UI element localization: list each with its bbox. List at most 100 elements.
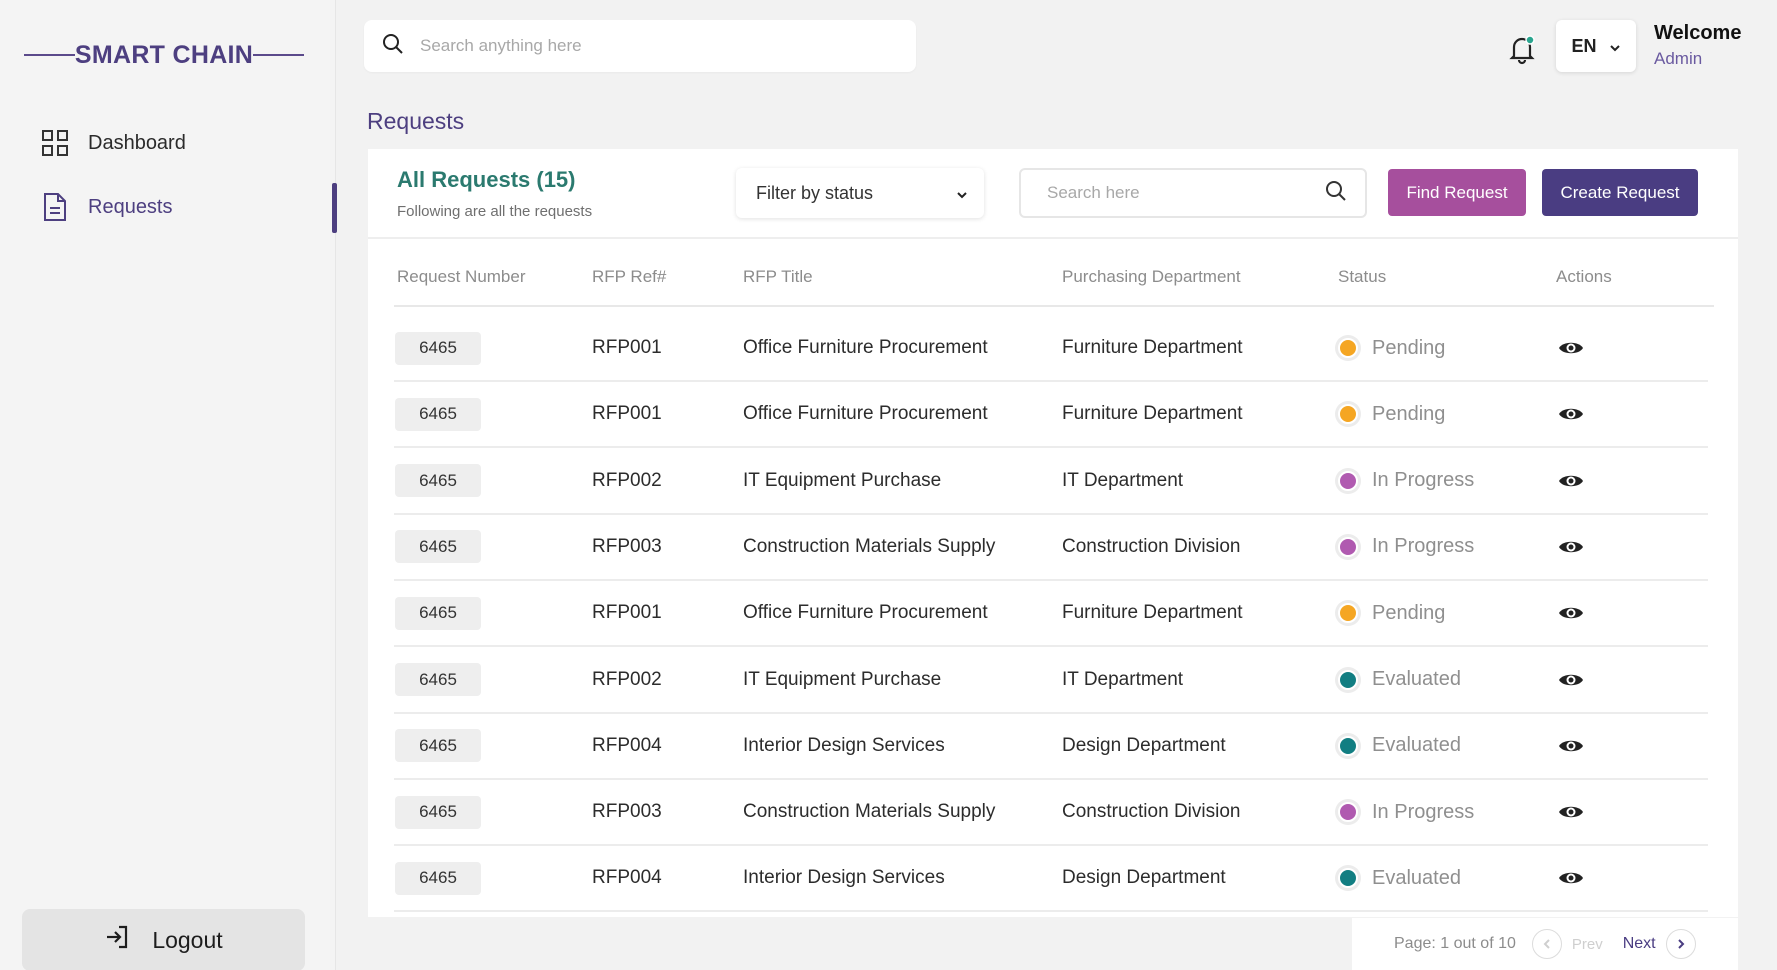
table-search-input[interactable] <box>1047 183 1297 203</box>
status-label: In Progress <box>1372 800 1475 823</box>
status-label: In Progress <box>1372 469 1475 492</box>
status-label: Evaluated <box>1372 668 1461 690</box>
next-page-button[interactable] <box>1665 929 1696 959</box>
view-eye-icon[interactable] <box>1558 515 1584 579</box>
department-cell: Construction Division <box>1062 535 1241 557</box>
request-number-cell: 6465 <box>395 648 481 712</box>
request-number-cell: 6465 <box>395 581 481 645</box>
logo-line-left <box>24 54 75 56</box>
global-search[interactable] <box>364 20 916 72</box>
request-number-badge: 6465 <box>395 663 481 696</box>
welcome-text: Welcome <box>1654 22 1742 44</box>
rfp-ref-cell: RFP002 <box>592 469 662 491</box>
create-request-button[interactable]: Create Request <box>1542 169 1698 216</box>
rfp-title-cell: IT Equipment Purchase <box>743 668 942 690</box>
view-eye-icon[interactable] <box>1558 316 1584 380</box>
prev-page-button[interactable] <box>1531 929 1562 959</box>
sidebar: SMART CHAIN Dashboard Requests Logout <box>0 0 337 970</box>
rfp-title-cell: Office Furniture Procurement <box>743 337 988 358</box>
status-dot <box>1338 868 1358 889</box>
table-search[interactable] <box>1019 168 1367 218</box>
status-dot <box>1338 802 1358 823</box>
global-search-input[interactable] <box>420 36 860 56</box>
request-number-badge: 6465 <box>395 596 481 630</box>
request-number-cell: 6465 <box>395 449 481 513</box>
sidebar-item-label: Dashboard <box>88 131 186 154</box>
sidebar-item-requests[interactable]: Requests <box>40 192 173 222</box>
rfp-title-cell: Construction Materials Supply <box>743 801 996 823</box>
request-number-cell: 6465 <box>395 515 481 579</box>
department-cell: IT Department <box>1062 668 1184 690</box>
search-icon[interactable] <box>1325 180 1347 207</box>
find-request-button[interactable]: Find Request <box>1388 169 1526 216</box>
table-row: 6465 RFP001 Office Furniture Procurement Fu… <box>394 581 1708 648</box>
grid-icon <box>40 128 70 158</box>
user-greeting: Welcome Admin <box>1654 22 1741 69</box>
status-dot <box>1338 536 1358 557</box>
status-label: Evaluated <box>1372 866 1461 889</box>
status-dot <box>1338 404 1358 425</box>
request-number-badge: 6465 <box>395 331 481 365</box>
notification-bell-icon[interactable] <box>1505 32 1539 66</box>
status-label: Pending <box>1372 402 1446 425</box>
rfp-title-cell: Construction Materials Supply <box>743 535 996 557</box>
rfp-title-cell: Office Furniture Procurement <box>743 602 988 624</box>
status-label: Evaluated <box>1372 734 1461 757</box>
active-indicator <box>332 183 337 233</box>
card-title: All Requests (15) <box>397 167 576 192</box>
rfp-ref-cell: RFP004 <box>592 734 662 756</box>
request-number-cell: 6465 <box>395 780 481 844</box>
table-row: 6465 RFP003 Construction Materials Supply C… <box>394 515 1708 581</box>
pagination: Page: 1 out of 10 Prev Next <box>1352 918 1738 970</box>
logout-icon <box>104 924 130 956</box>
status-cell: Pending <box>1338 382 1445 446</box>
status-label: Pending <box>1372 336 1446 359</box>
rfp-ref-cell: RFP003 <box>592 801 662 823</box>
chevron-down-icon <box>956 183 968 204</box>
sidebar-item-label: Requests <box>88 195 173 218</box>
request-number-badge: 6465 <box>395 397 481 431</box>
view-eye-icon[interactable] <box>1558 382 1584 446</box>
sidebar-item-dashboard[interactable]: Dashboard <box>40 128 186 158</box>
document-icon <box>40 192 70 222</box>
view-eye-icon[interactable] <box>1558 581 1584 645</box>
view-eye-icon[interactable] <box>1558 648 1584 712</box>
department-cell: Furniture Department <box>1062 337 1243 358</box>
logout-label: Logout <box>152 926 223 953</box>
rfp-ref-cell: RFP001 <box>592 403 662 425</box>
column-header: RFP Title <box>743 267 813 286</box>
requests-card: All Requests (15) Following are all the … <box>368 149 1738 917</box>
search-icon <box>382 33 404 60</box>
table-header: Request Number RFP Ref# RFP Title Purcha… <box>394 257 1714 307</box>
status-filter-dropdown[interactable]: Filter by status <box>736 168 984 218</box>
language-value: EN <box>1571 35 1597 56</box>
next-label[interactable]: Next <box>1623 935 1656 953</box>
view-eye-icon[interactable] <box>1558 449 1584 513</box>
card-subtitle: Following are all the requests <box>397 203 593 220</box>
prev-label[interactable]: Prev <box>1572 936 1603 953</box>
view-eye-icon[interactable] <box>1558 846 1584 910</box>
request-number-badge: 6465 <box>395 464 481 498</box>
status-dot <box>1338 669 1358 690</box>
column-header: Status <box>1338 267 1387 286</box>
card-header: All Requests (15) Following are all the … <box>368 149 1738 239</box>
status-dot <box>1338 338 1358 358</box>
status-label: Pending <box>1372 601 1446 624</box>
request-number-badge: 6465 <box>395 795 481 829</box>
status-dot <box>1338 735 1358 756</box>
request-number-badge: 6465 <box>395 861 481 895</box>
status-cell: In Progress <box>1338 780 1474 844</box>
rfp-ref-cell: RFP002 <box>592 668 662 690</box>
request-number-badge: 6465 <box>395 530 481 564</box>
table-row: 6465 RFP004 Interior Design Services Design… <box>394 846 1708 913</box>
language-select[interactable]: EN <box>1556 20 1636 72</box>
rfp-ref-cell: RFP004 <box>592 867 662 889</box>
status-label: In Progress <box>1372 535 1475 558</box>
logo-line-right <box>253 54 305 56</box>
filter-label: Filter by status <box>756 182 874 203</box>
table-row: 6465 RFP001 Office Furniture Procurement Fu… <box>394 382 1708 449</box>
view-eye-icon[interactable] <box>1558 714 1584 778</box>
logout-button[interactable]: Logout <box>22 909 305 970</box>
view-eye-icon[interactable] <box>1558 780 1584 844</box>
status-dot <box>1338 470 1358 491</box>
